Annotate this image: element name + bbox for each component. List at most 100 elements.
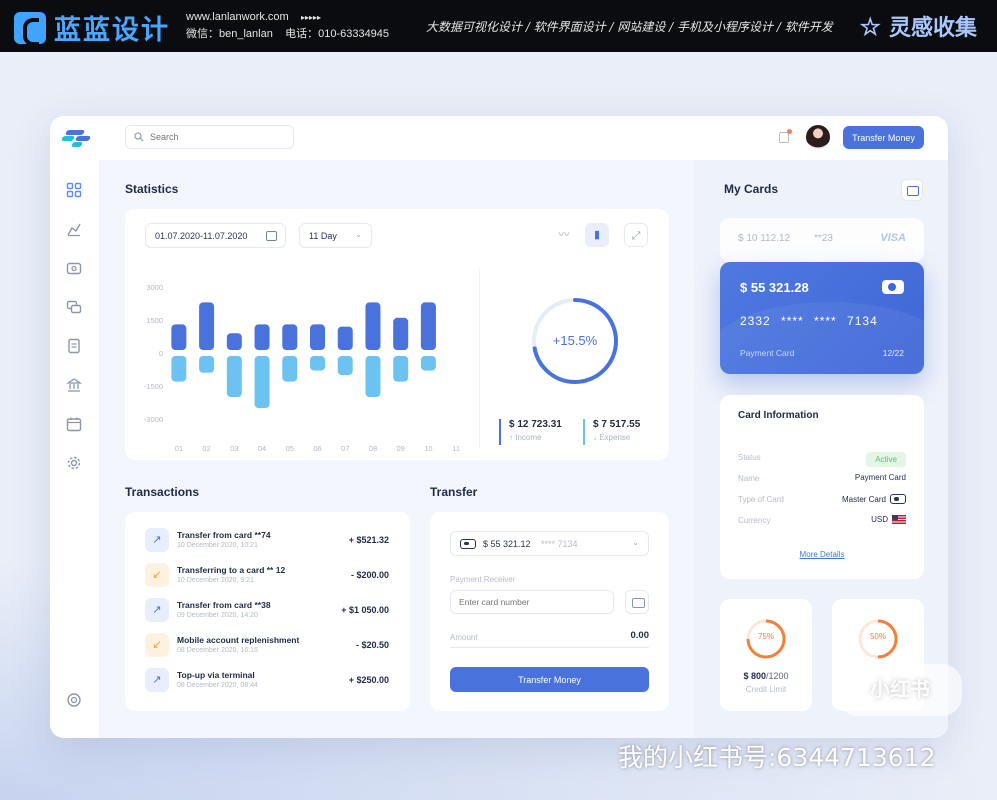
expense-bar[interactable] xyxy=(365,356,381,397)
income-bar[interactable] xyxy=(254,324,270,350)
wallet-icon[interactable] xyxy=(66,260,82,276)
status-badge: Active xyxy=(866,452,906,467)
expense-bar[interactable] xyxy=(393,356,409,382)
app-logo[interactable] xyxy=(60,130,96,147)
exchange-icon[interactable] xyxy=(66,299,82,315)
transfer-money-button[interactable]: Transfer Money xyxy=(843,126,924,149)
income-bar[interactable] xyxy=(420,302,436,350)
transaction-row[interactable]: ↗ Top-up via terminal 08 December 2020, 08… xyxy=(145,668,395,694)
more-details-link[interactable]: More Details xyxy=(720,550,924,559)
transaction-date: 10 December 2020, 10:21 xyxy=(177,542,258,549)
transaction-date: 09 December 2020, 14:20 xyxy=(177,612,258,619)
brand-name: 蓝蓝设计 xyxy=(54,15,170,46)
card-number-input[interactable] xyxy=(450,590,614,614)
income-bar[interactable] xyxy=(282,324,298,350)
line-chart-toggle-icon[interactable]: 〰 xyxy=(552,223,576,247)
income-amount: $ 12 723.31 xyxy=(509,419,562,430)
visa-card-digits: **23 xyxy=(814,233,833,244)
promo-banner: 蓝蓝设计 www.lanlanwork.com ▸▸▸▸▸ 微信：ben_lan… xyxy=(0,0,997,52)
support-icon[interactable] xyxy=(66,692,82,708)
bar-chart-toggle-icon[interactable]: ▮ xyxy=(585,223,609,247)
right-panel: My Cards $ 10 112.12 **23 VISA $ 55 321.… xyxy=(694,160,948,738)
expense-bar[interactable] xyxy=(337,356,353,375)
dashboard-icon[interactable] xyxy=(66,182,82,198)
expand-icon[interactable]: ⤢ xyxy=(624,223,648,247)
expense-bar[interactable] xyxy=(420,356,436,371)
expense-bar[interactable] xyxy=(282,356,298,382)
bars xyxy=(171,302,436,408)
x-tick-label: 09 xyxy=(397,444,405,453)
transaction-row[interactable]: ↙ Mobile account replenishment 08 December… xyxy=(145,633,395,659)
expense-bar[interactable] xyxy=(199,356,215,373)
expense-bar[interactable] xyxy=(171,356,187,382)
arrow-out-icon: ↗ xyxy=(145,528,169,552)
x-tick-label: 03 xyxy=(230,444,238,453)
cards-menu-icon[interactable] xyxy=(901,179,923,201)
x-tick-label: 04 xyxy=(258,444,266,453)
x-tick-label: 11 xyxy=(452,444,460,453)
transaction-amount: + $521.32 xyxy=(348,535,389,545)
growth-value: +15.5% xyxy=(552,333,598,348)
income-bar[interactable] xyxy=(393,317,409,350)
analytics-icon[interactable] xyxy=(66,221,82,237)
period-select[interactable]: 11 Day ⌄ xyxy=(299,223,372,248)
search-icon xyxy=(134,132,144,142)
search-input[interactable] xyxy=(150,132,280,142)
scan-card-icon[interactable] xyxy=(625,590,649,614)
income-bar[interactable] xyxy=(337,326,353,350)
card-expiry: 12/22 xyxy=(882,348,904,358)
info-value: USD xyxy=(871,515,888,524)
credit-limit-card[interactable]: 75% $ 800/1200 Credit Limit xyxy=(720,599,812,711)
expense-bar[interactable] xyxy=(310,356,325,371)
expense-bar[interactable] xyxy=(254,356,270,408)
watermark-text: 我的小红书号:6344713612 xyxy=(618,743,936,772)
amount-underline xyxy=(450,647,649,648)
statistics-card: 01.07.2020-11.07.2020 11 Day ⌄ 〰 ▮ ⤢ 300… xyxy=(125,209,669,460)
source-card-balance: $ 55 321.12 xyxy=(483,539,531,549)
source-card-select[interactable]: $ 55 321.12 **** 7134 ⌄ xyxy=(450,531,649,556)
income-bar[interactable] xyxy=(365,302,381,350)
visa-card[interactable]: $ 10 112.12 **23 VISA xyxy=(720,218,924,262)
avatar[interactable] xyxy=(806,125,830,149)
transfer-card: $ 55 321.12 **** 7134 ⌄ Payment Receiver… xyxy=(430,512,669,711)
card-number: 2332 **** **** 7134 xyxy=(740,314,878,328)
amount-field[interactable]: 0.00 xyxy=(631,630,650,641)
income-bar[interactable] xyxy=(226,333,242,350)
payment-card[interactable]: $ 55 321.28 2332 **** **** 7134 Payment … xyxy=(720,262,924,374)
expense-summary: $ 7 517.55 ↓ Expense xyxy=(583,419,640,445)
sidebar xyxy=(50,160,100,738)
card-info-title: Card Information xyxy=(738,410,819,421)
expense-label: ↓ Expense xyxy=(593,433,631,442)
transfer-submit-button[interactable]: Transfer Money xyxy=(450,667,649,692)
settings-icon[interactable] xyxy=(66,455,82,471)
transaction-row[interactable]: ↙ Transferring to a card ** 12 10 December… xyxy=(145,563,395,589)
document-icon[interactable] xyxy=(66,338,82,354)
income-bar[interactable] xyxy=(199,302,215,350)
income-bar[interactable] xyxy=(310,324,325,350)
transaction-row[interactable]: ↗ Transfer from card **74 10 December 2020… xyxy=(145,528,395,554)
limit-used: $ 800 xyxy=(743,671,766,681)
star-icon: ☆ xyxy=(859,11,881,41)
transaction-date: 08 December 2020, 16:15 xyxy=(177,647,258,654)
statistics-title: Statistics xyxy=(125,182,179,196)
calendar-icon[interactable] xyxy=(66,416,82,432)
income-bar[interactable] xyxy=(171,324,187,350)
arrows-text: ▸▸▸▸▸ xyxy=(300,13,322,22)
search-box[interactable] xyxy=(125,125,294,149)
notification-icon[interactable] xyxy=(779,129,792,143)
card-chip-icon xyxy=(882,280,904,294)
bank-icon[interactable] xyxy=(66,377,82,393)
transaction-amount: + $250.00 xyxy=(348,675,389,685)
site-info: www.lanlanwork.com ▸▸▸▸▸ 微信：ben_lanlan 电… xyxy=(186,9,389,43)
info-row-type: Type of Card Master Card xyxy=(738,492,906,506)
card-wave xyxy=(720,302,924,374)
y-tick-label: 1500 xyxy=(146,316,163,325)
expense-bar[interactable] xyxy=(226,356,242,397)
transaction-date: 10 December 2020, 9:21 xyxy=(177,577,255,584)
transaction-amount: + $1 050.00 xyxy=(341,605,389,615)
arrow-out-icon: ↗ xyxy=(145,668,169,692)
expense-amount: $ 7 517.55 xyxy=(593,419,641,430)
y-tick-label: 0 xyxy=(159,349,163,358)
date-range-picker[interactable]: 01.07.2020-11.07.2020 xyxy=(145,223,286,248)
transaction-row[interactable]: ↗ Transfer from card **38 09 December 2020… xyxy=(145,598,395,624)
